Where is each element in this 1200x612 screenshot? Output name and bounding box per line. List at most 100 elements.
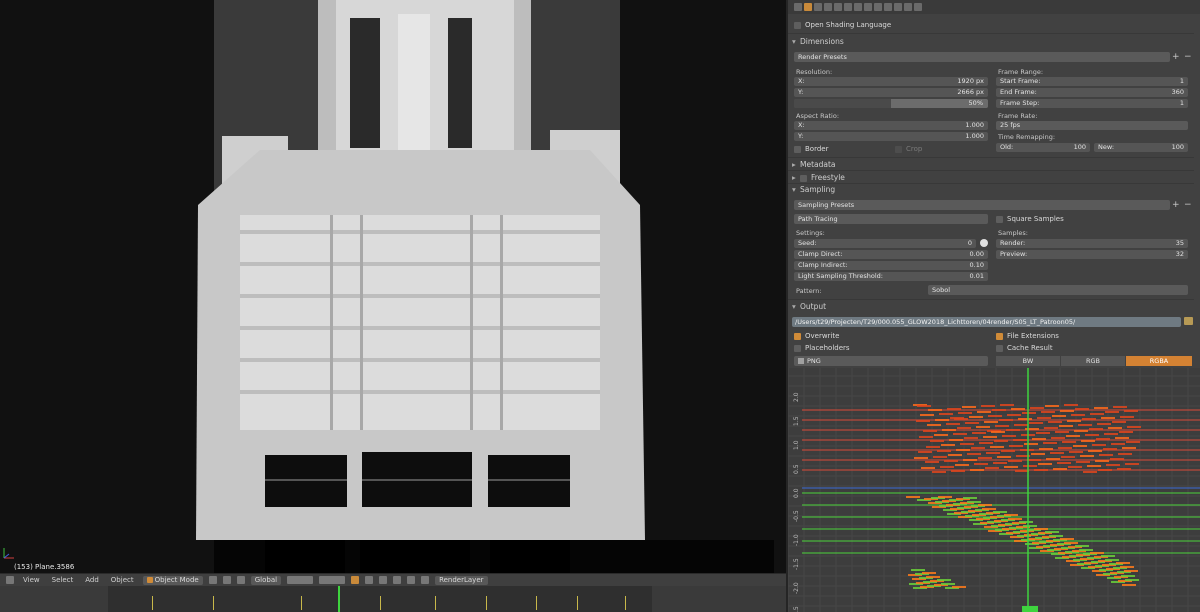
output-panel-header[interactable]: ▾ Output bbox=[792, 301, 1198, 312]
object-tab-icon[interactable] bbox=[844, 3, 852, 11]
border-checkbox[interactable] bbox=[794, 145, 801, 153]
snap-icon[interactable] bbox=[365, 576, 374, 584]
osl-checkbox[interactable] bbox=[794, 21, 801, 29]
cache-result-checkbox[interactable] bbox=[996, 344, 1003, 352]
proportional-icon[interactable] bbox=[379, 576, 388, 584]
editor-type-icon[interactable] bbox=[794, 3, 802, 11]
start-frame-field[interactable]: Start Frame: 1 bbox=[996, 77, 1188, 86]
graph-editor[interactable]: 2.0 1.5 1.0 0.5 0.0 -0.5 -1.0 -1.5 -2.0 -2.5 bbox=[786, 368, 1200, 612]
animated-seed-icon[interactable] bbox=[980, 239, 988, 247]
render-presets-menu[interactable]: Render Presets bbox=[794, 52, 1170, 62]
render-layers-tab-icon[interactable] bbox=[814, 3, 822, 11]
metadata-panel-header[interactable]: ▸ Metadata bbox=[792, 159, 1198, 170]
pattern-menu[interactable]: Sobol bbox=[928, 285, 1188, 295]
orientation-selector[interactable]: Global bbox=[250, 575, 282, 585]
file-format-menu[interactable]: PNG bbox=[794, 356, 988, 366]
osl-row[interactable]: Open Shading Language bbox=[794, 20, 891, 30]
modifiers-tab-icon[interactable] bbox=[864, 3, 872, 11]
keyframe-marker[interactable] bbox=[577, 596, 578, 610]
crop-checkbox[interactable] bbox=[895, 145, 902, 153]
keyframe-marker[interactable] bbox=[380, 596, 381, 610]
pause-icon[interactable] bbox=[421, 576, 430, 584]
placeholders-checkbox[interactable] bbox=[794, 344, 801, 352]
aspect-x-field[interactable]: X: 1.000 bbox=[794, 121, 988, 130]
border-row[interactable]: Border bbox=[794, 144, 828, 154]
layers-icon[interactable] bbox=[287, 576, 314, 584]
overwrite-checkbox[interactable] bbox=[794, 332, 801, 340]
frame-rate-menu[interactable]: 25 fps bbox=[996, 121, 1188, 130]
keyframe-marker[interactable] bbox=[152, 596, 153, 610]
timeline[interactable] bbox=[0, 586, 786, 612]
menu-add[interactable]: Add bbox=[82, 576, 102, 584]
keyframe-marker[interactable] bbox=[486, 596, 487, 610]
frame-step-field[interactable]: Frame Step: 1 bbox=[996, 99, 1188, 108]
file-extensions-row[interactable]: File Extensions bbox=[996, 331, 1059, 341]
folder-icon[interactable] bbox=[1184, 317, 1193, 325]
overwrite-row[interactable]: Overwrite bbox=[794, 331, 839, 341]
keyframe-marker[interactable] bbox=[435, 596, 436, 610]
menu-select[interactable]: Select bbox=[49, 576, 77, 584]
resolution-x-field[interactable]: X: 1920 px bbox=[794, 77, 988, 86]
manipulator-icon[interactable] bbox=[236, 576, 245, 584]
output-path-input[interactable]: /Users/t29/Projecten/T29/000.055_GLOW201… bbox=[792, 317, 1181, 327]
integrator-menu[interactable]: Path Tracing bbox=[794, 214, 988, 224]
color-mode-rgba[interactable]: RGBA bbox=[1126, 356, 1192, 366]
remap-new-field[interactable]: New: 100 bbox=[1094, 143, 1188, 152]
add-sampling-preset-icon[interactable]: + bbox=[1172, 200, 1180, 210]
menu-object[interactable]: Object bbox=[108, 576, 137, 584]
keyframe-marker[interactable] bbox=[625, 596, 626, 610]
end-frame-field[interactable]: End Frame: 360 bbox=[996, 88, 1188, 97]
seed-field[interactable]: Seed: 0 bbox=[794, 239, 976, 248]
dimensions-panel-header[interactable]: ▾ Dimensions bbox=[792, 36, 1198, 47]
resolution-y-field[interactable]: Y: 2666 px bbox=[794, 88, 988, 97]
menu-view[interactable]: View bbox=[20, 576, 43, 584]
crop-row[interactable]: Crop bbox=[895, 144, 922, 154]
3d-viewport[interactable]: (153) Plane.3586 bbox=[0, 0, 786, 573]
particles-tab-icon[interactable] bbox=[904, 3, 912, 11]
layers2-icon[interactable] bbox=[319, 576, 346, 584]
freestyle-panel-header[interactable]: ▸ Freestyle bbox=[792, 172, 1198, 183]
playhead[interactable] bbox=[338, 586, 340, 612]
square-samples-checkbox[interactable] bbox=[996, 215, 1003, 223]
remap-old-field[interactable]: Old: 100 bbox=[996, 143, 1090, 152]
aspect-y-field[interactable]: Y: 1.000 bbox=[794, 132, 988, 141]
remove-sampling-preset-icon[interactable]: − bbox=[1184, 200, 1192, 210]
playback-icon[interactable] bbox=[407, 576, 416, 584]
material-tab-icon[interactable] bbox=[884, 3, 892, 11]
physics-tab-icon[interactable] bbox=[914, 3, 922, 11]
keyframe-marker[interactable] bbox=[213, 596, 214, 610]
placeholders-row[interactable]: Placeholders bbox=[794, 343, 850, 353]
clamp-indirect-field[interactable]: Clamp Indirect: 0.10 bbox=[794, 261, 988, 270]
freestyle-checkbox[interactable] bbox=[800, 174, 807, 182]
render-samples-field[interactable]: Render: 35 bbox=[996, 239, 1188, 248]
y-tick-label: -0.5 bbox=[793, 510, 800, 522]
square-samples-row[interactable]: Square Samples bbox=[996, 214, 1064, 224]
render-tab-icon[interactable] bbox=[804, 3, 812, 11]
shading-icon[interactable] bbox=[208, 576, 217, 584]
keyframe-marker[interactable] bbox=[301, 596, 302, 610]
color-mode-bw[interactable]: BW bbox=[996, 356, 1060, 366]
pivot-icon[interactable] bbox=[222, 576, 231, 584]
texture-tab-icon[interactable] bbox=[894, 3, 902, 11]
keyframe-marker[interactable] bbox=[536, 596, 537, 610]
sampling-presets-menu[interactable]: Sampling Presets bbox=[794, 200, 1170, 210]
cache-result-row[interactable]: Cache Result bbox=[996, 343, 1053, 353]
remove-preset-icon[interactable]: − bbox=[1184, 52, 1192, 62]
render-layer-selector[interactable]: RenderLayer bbox=[435, 575, 488, 585]
light-sampling-threshold-field[interactable]: Light Sampling Threshold: 0.01 bbox=[794, 272, 988, 281]
editor-type-icon[interactable] bbox=[6, 576, 14, 584]
scene-tab-icon[interactable] bbox=[824, 3, 832, 11]
constraints-tab-icon[interactable] bbox=[854, 3, 862, 11]
resolution-percentage-slider[interactable]: 50% bbox=[794, 99, 988, 108]
render-icon[interactable] bbox=[393, 576, 402, 584]
data-tab-icon[interactable] bbox=[874, 3, 882, 11]
file-extensions-checkbox[interactable] bbox=[996, 332, 1003, 340]
preview-samples-field[interactable]: Preview: 32 bbox=[996, 250, 1188, 259]
color-mode-rgb[interactable]: RGB bbox=[1061, 356, 1125, 366]
clamp-direct-field[interactable]: Clamp Direct: 0.00 bbox=[794, 250, 988, 259]
world-tab-icon[interactable] bbox=[834, 3, 842, 11]
mode-selector[interactable]: Object Mode bbox=[142, 575, 203, 585]
add-preset-icon[interactable]: + bbox=[1172, 52, 1180, 62]
sampling-panel-header[interactable]: ▾ Sampling bbox=[792, 184, 1198, 195]
lock-icon[interactable] bbox=[351, 576, 360, 584]
